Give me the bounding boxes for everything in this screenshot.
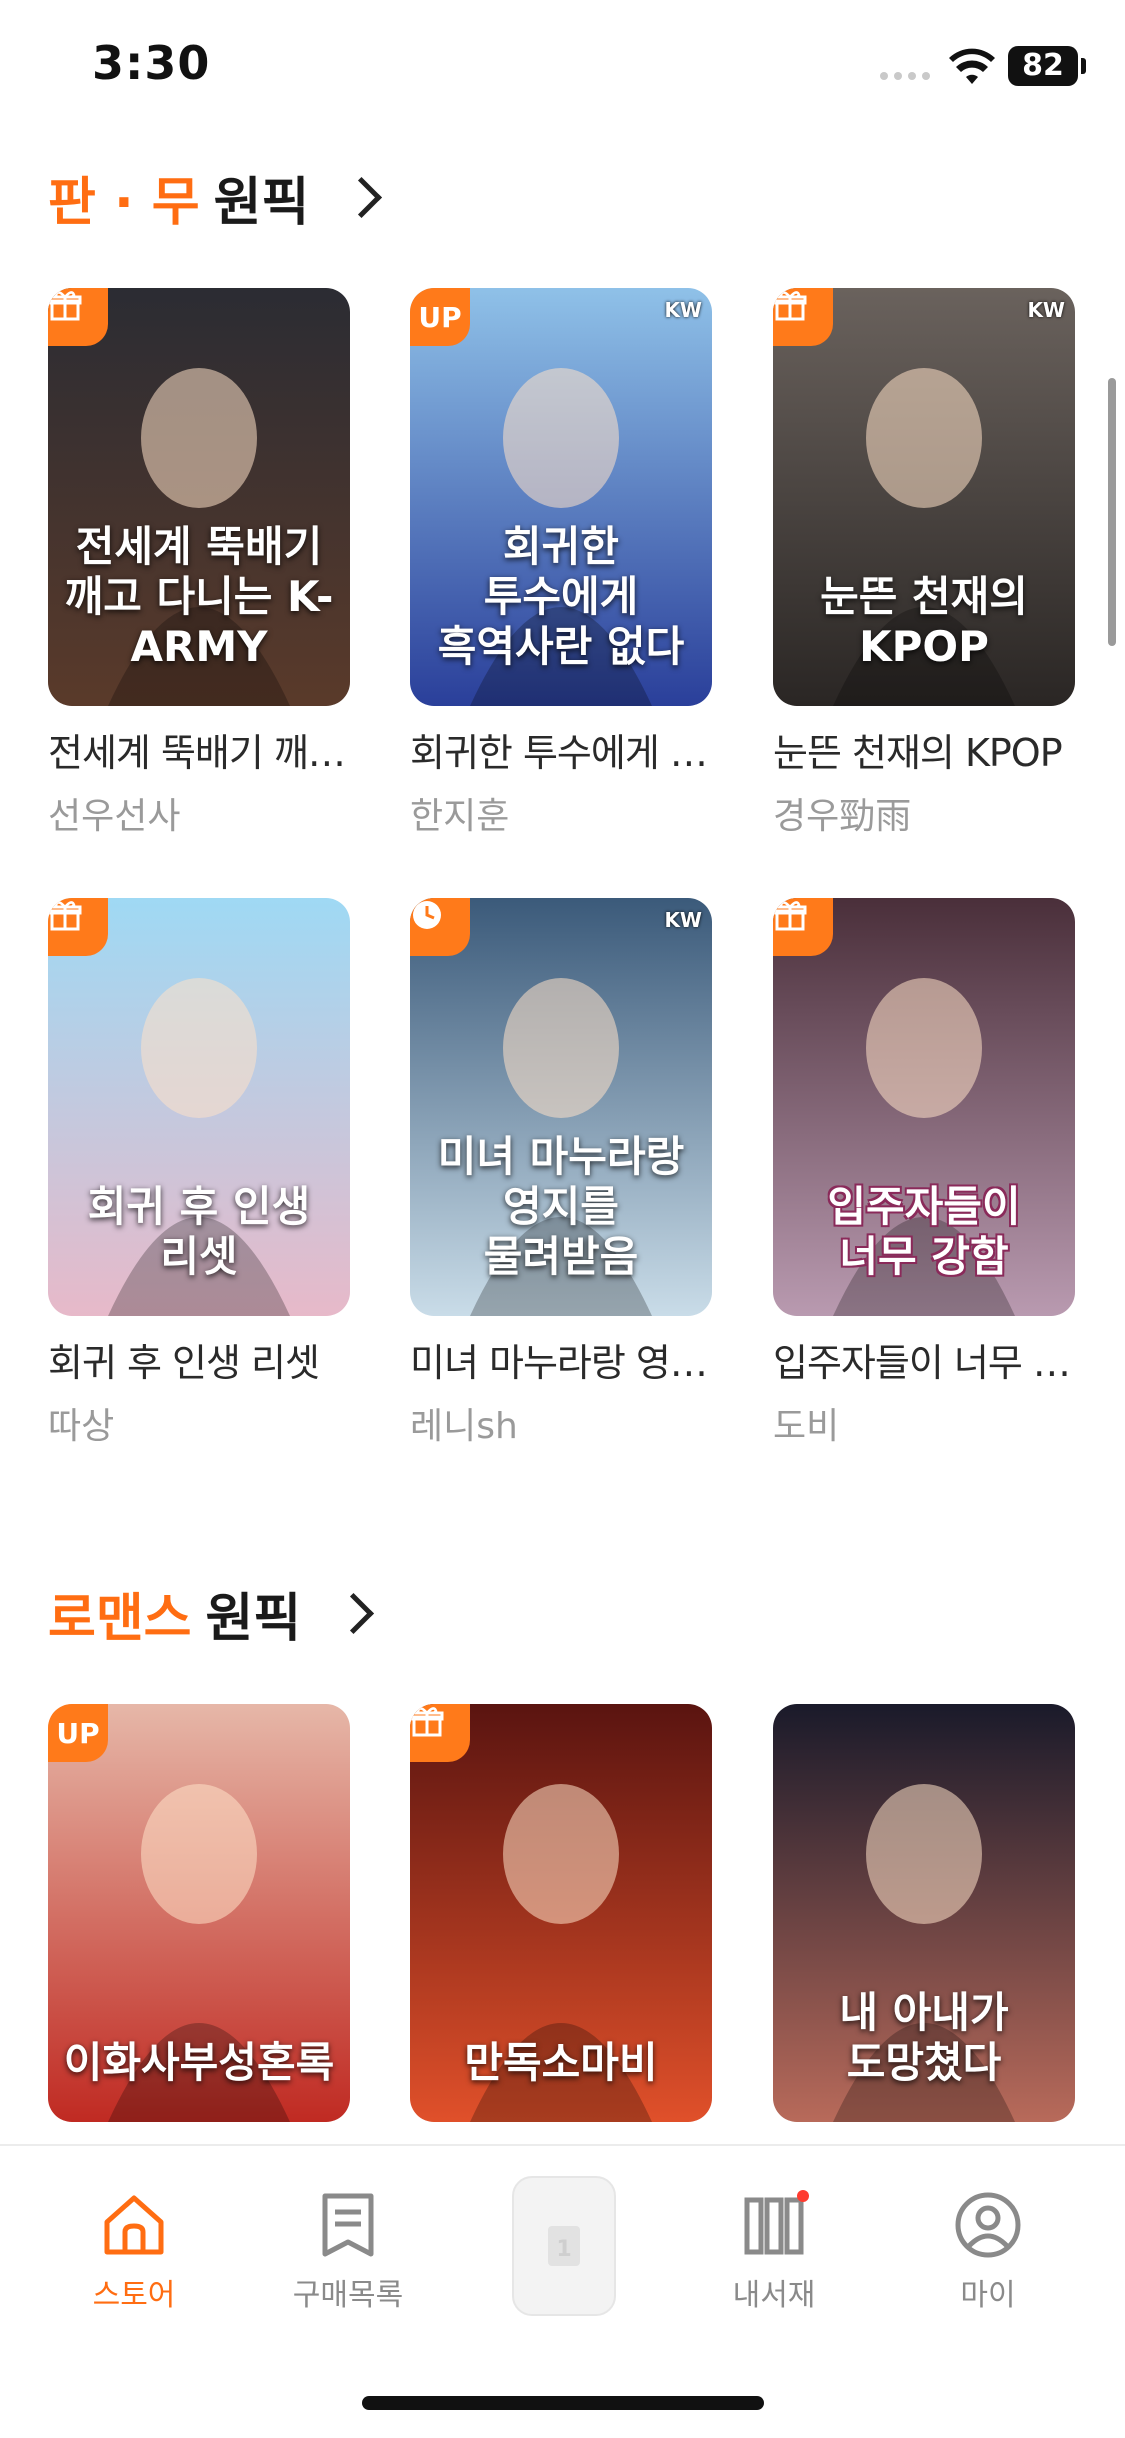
gift-badge xyxy=(410,1704,470,1762)
book-card[interactable]: KW 눈뜬 천재의 KPOP 눈뜬 천재의 KPOP 경우勁雨 xyxy=(773,288,1075,839)
home-indicator xyxy=(362,2396,764,2410)
profile-icon xyxy=(955,2192,1021,2258)
reader-button[interactable]: 1 xyxy=(512,2176,616,2316)
section-header-fantasy[interactable]: 판 · 무 원픽 xyxy=(48,160,383,235)
book-card[interactable]: UP KW 회귀한 투수에게 흑역사란 없다회귀한 투수에게 … 한지훈 xyxy=(410,288,712,839)
book-cover[interactable]: KW 눈뜬 천재의 KPOP xyxy=(773,288,1075,706)
book-author: 도비 xyxy=(773,1406,840,1447)
book-title: 회귀 후 인생 리셋 xyxy=(48,1341,320,1385)
section-title-accent: 판 · 무 xyxy=(48,173,200,233)
section-title: 원픽 xyxy=(213,173,310,233)
book-card[interactable]: 회귀 후 인생 리셋 회귀 후 인생 리셋 따상 xyxy=(48,898,350,1449)
tab-purchases[interactable]: 구매목록 xyxy=(258,2176,438,2314)
book-author: 선우선사 xyxy=(48,796,181,837)
book-card[interactable]: 만독소마비 xyxy=(410,1704,712,2122)
up-badge: UP xyxy=(410,288,470,346)
signal-icon xyxy=(880,72,930,80)
tab-bar: 스토어 구매목록 1 내서재 마이 xyxy=(0,2144,1125,2438)
kw-label: KW xyxy=(664,908,702,932)
book-cover[interactable]: 내 아내가 도망쳤다 xyxy=(773,1704,1075,2122)
book-author: 한지훈 xyxy=(410,796,510,837)
tab-label: 구매목록 xyxy=(292,2278,404,2313)
cover-title: 눈뜬 천재의 KPOP xyxy=(820,572,1028,671)
kw-label: KW xyxy=(1027,298,1065,322)
cover-title: 이화사부성혼록 xyxy=(63,2038,335,2087)
book-cover[interactable]: UP KW 회귀한 투수에게 흑역사란 없다 xyxy=(410,288,712,706)
book-cover[interactable]: 전세계 뚝배기 깨고 다니는 K-ARMY xyxy=(48,288,350,706)
book-title: 전세계 뚝배기 깨… xyxy=(48,731,346,775)
tab-label: 내서재 xyxy=(732,2278,816,2313)
section-title-accent: 로맨스 xyxy=(48,1589,192,1649)
cover-title: 회귀 후 인생 리셋 xyxy=(87,1182,311,1281)
section-title: 원픽 xyxy=(205,1589,302,1649)
receipt-icon xyxy=(322,2193,374,2257)
book-card[interactable]: 내 아내가 도망쳤다 xyxy=(773,1704,1075,2122)
book-card[interactable]: 입주자들이 너무 강함입주자들이 너무 … 도비 xyxy=(773,898,1075,1449)
library-icon xyxy=(744,2190,809,2255)
chevron-right-icon xyxy=(341,176,383,219)
kw-label: KW xyxy=(664,298,702,322)
gift-icon xyxy=(773,291,807,321)
status-time: 3:30 xyxy=(92,36,211,90)
section-header-romance[interactable]: 로맨스 원픽 xyxy=(48,1576,375,1651)
book-cover[interactable]: UP 이화사부성혼록 xyxy=(48,1704,350,2122)
chevron-right-icon xyxy=(333,1592,375,1635)
book-cover[interactable]: KW 미녀 마누라랑 영지를 물려받음 xyxy=(410,898,712,1316)
tab-store[interactable]: 스토어 xyxy=(44,2176,224,2314)
gift-badge xyxy=(48,898,108,956)
book-title: 입주자들이 너무 … xyxy=(773,1341,1071,1385)
cover-title: 입주자들이 너무 강함 xyxy=(827,1182,1021,1281)
book-cover[interactable]: 회귀 후 인생 리셋 xyxy=(48,898,350,1316)
book-title: 눈뜬 천재의 KPOP xyxy=(773,731,1063,775)
book-author: 레니sh xyxy=(410,1406,518,1447)
cover-title: 만독소마비 xyxy=(464,2038,658,2087)
gift-icon xyxy=(410,1707,444,1737)
gift-badge xyxy=(773,898,833,956)
book-title: 회귀한 투수에게 … xyxy=(410,731,708,775)
gift-icon xyxy=(48,291,82,321)
clock-icon xyxy=(413,901,441,929)
book-cover[interactable]: 입주자들이 너무 강함 xyxy=(773,898,1075,1316)
cover-title: 전세계 뚝배기 깨고 다니는 K-ARMY xyxy=(64,522,334,671)
gift-badge xyxy=(48,288,108,346)
book-card[interactable]: UP 이화사부성혼록 xyxy=(48,1704,350,2122)
book-author: 따상 xyxy=(48,1406,115,1447)
book-cover[interactable]: 만독소마비 xyxy=(410,1704,712,2122)
tab-library[interactable]: 내서재 xyxy=(684,2176,864,2314)
up-badge: UP xyxy=(48,1704,108,1762)
wifi-icon xyxy=(949,48,995,84)
cover-title: 미녀 마누라랑 영지를 물려받음 xyxy=(437,1132,685,1281)
battery-icon: 82 xyxy=(1008,46,1078,86)
cover-title: 내 아내가 도망쳤다 xyxy=(839,1988,1009,2087)
gift-badge xyxy=(773,288,833,346)
book-card[interactable]: KW 미녀 마누라랑 영지를 물려받음미녀 마누라랑 영… 레니sh xyxy=(410,898,712,1449)
book-author: 경우勁雨 xyxy=(773,796,912,837)
clock-badge xyxy=(410,898,470,956)
tab-my[interactable]: 마이 xyxy=(898,2176,1078,2314)
tab-label: 마이 xyxy=(960,2278,1016,2313)
status-bar: 3:30 82 xyxy=(0,0,1125,140)
cover-title: 회귀한 투수에게 흑역사란 없다 xyxy=(437,522,685,671)
book-reader-icon: 1 xyxy=(548,2226,580,2266)
book-card[interactable]: 전세계 뚝배기 깨고 다니는 K-ARMY 전세계 뚝배기 깨… 선우선사 xyxy=(48,288,350,839)
tab-label: 스토어 xyxy=(92,2278,176,2313)
home-icon xyxy=(104,2195,164,2255)
gift-icon xyxy=(773,901,807,931)
svg-text:1: 1 xyxy=(556,2237,571,2262)
scrollbar[interactable] xyxy=(1108,378,1116,646)
gift-icon xyxy=(48,901,82,931)
book-title: 미녀 마누라랑 영… xyxy=(410,1341,708,1385)
